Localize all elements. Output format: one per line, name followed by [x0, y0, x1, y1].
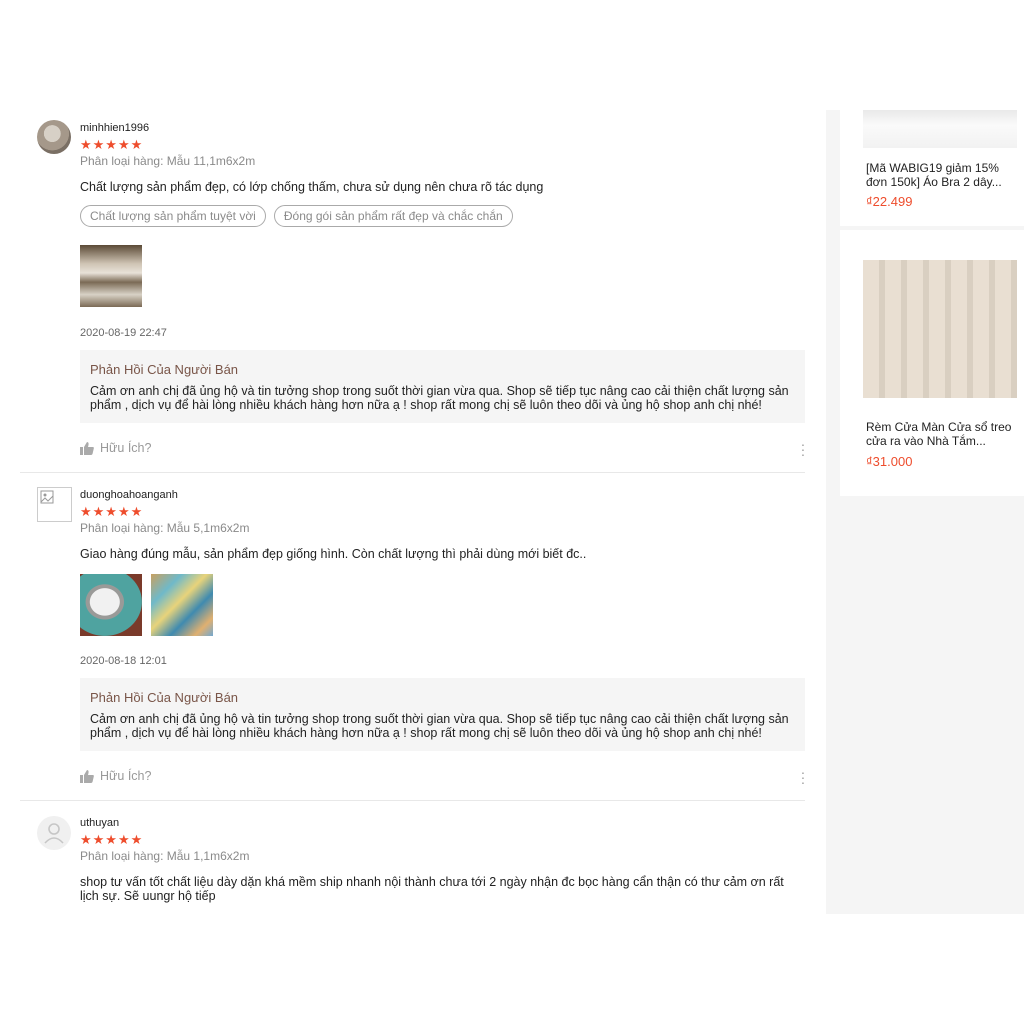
seller-reply-title: Phản Hồi Của Người Bán: [90, 690, 239, 705]
divider: [20, 472, 805, 473]
review-comment: shop tư vấn tốt chất liệu dày dặn khá mề…: [80, 875, 784, 903]
thumbs-up-icon: [80, 769, 94, 783]
divider: [20, 800, 805, 801]
helpful-button[interactable]: Hữu Ích?: [80, 769, 151, 783]
product-title[interactable]: Rèm Cửa Màn Cửa sổ treo cửa ra vào Nhà T…: [866, 420, 1020, 448]
reviewer-username[interactable]: uthuyan: [80, 817, 119, 829]
avatar[interactable]: [37, 487, 72, 522]
avatar[interactable]: [37, 816, 71, 850]
product-price: ₫31.000: [866, 454, 913, 469]
review-tag[interactable]: Đóng gói sản phẩm rất đẹp và chắc chắn: [273, 205, 513, 227]
review-tag[interactable]: Chất lượng sản phẩm tuyệt vời: [80, 205, 266, 227]
avatar[interactable]: [37, 120, 71, 154]
thumbs-up-icon: [80, 441, 94, 455]
review-image-thumbnail[interactable]: [80, 245, 142, 307]
reviewer-username[interactable]: minhhien1996: [80, 122, 149, 134]
product-image[interactable]: [863, 260, 1017, 398]
product-variation: Phân loại hàng: Mẫu 1,1m6x2m: [80, 849, 250, 863]
seller-reply-title: Phản Hồi Của Người Bán: [90, 362, 239, 377]
review-date: 2020-08-18 12:01: [80, 655, 167, 667]
review-comment: Chất lượng sản phẩm đẹp, có lớp chống th…: [80, 180, 544, 194]
product-title[interactable]: [Mã WABIG19 giảm 15% đơn 150k] Áo Bra 2 …: [866, 161, 1020, 189]
review-item: duonghoahoanganh ★★★★★ Phân loại hàng: M…: [20, 486, 805, 796]
related-products-sidebar: [Mã WABIG19 giảm 15% đơn 150k] Áo Bra 2 …: [826, 110, 1024, 914]
review-image-thumbnail[interactable]: [80, 574, 142, 636]
seller-reply: Phản Hồi Của Người Bán Cảm ơn anh chị đã…: [80, 678, 805, 751]
review-images: [80, 574, 213, 636]
helpful-label: Hữu Ích?: [100, 769, 152, 783]
helpful-label: Hữu Ích?: [100, 441, 152, 455]
product-card[interactable]: Rèm Cửa Màn Cửa sổ treo cửa ra vào Nhà T…: [840, 230, 1024, 496]
review-images: [80, 245, 142, 307]
review-comment: Giao hàng đúng mẫu, sản phẩm đẹp giống h…: [80, 547, 587, 561]
product-price: ₫22.499: [866, 194, 913, 209]
broken-image-icon: [40, 490, 54, 504]
seller-reply-text: Cảm ơn anh chị đã ủng hộ và tin tưởng sh…: [90, 384, 789, 412]
user-icon: [44, 823, 64, 844]
product-card[interactable]: [Mã WABIG19 giảm 15% đơn 150k] Áo Bra 2 …: [840, 110, 1024, 226]
review-tags: Chất lượng sản phẩm tuyệt vời Đóng gói s…: [80, 205, 513, 227]
star-rating: ★★★★★: [80, 832, 144, 847]
reviewer-username[interactable]: duonghoahoanganh: [80, 489, 178, 501]
product-variation: Phân loại hàng: Mẫu 11,1m6x2m: [80, 154, 256, 168]
review-item: minhhien1996 ★★★★★ Phân loại hàng: Mẫu 1…: [20, 118, 805, 468]
star-rating: ★★★★★: [80, 137, 144, 152]
review-item: uthuyan ★★★★★ Phân loại hàng: Mẫu 1,1m6x…: [20, 814, 805, 914]
star-rating: ★★★★★: [80, 504, 144, 519]
review-image-thumbnail[interactable]: [151, 574, 213, 636]
product-image[interactable]: [863, 110, 1017, 148]
review-date: 2020-08-19 22:47: [80, 327, 167, 339]
seller-reply: Phản Hồi Của Người Bán Cảm ơn anh chị đã…: [80, 350, 805, 423]
seller-reply-text: Cảm ơn anh chị đã ủng hộ và tin tưởng sh…: [90, 712, 789, 740]
more-options-icon[interactable]: · · ·: [798, 437, 808, 461]
more-options-icon[interactable]: · · ·: [798, 765, 808, 789]
helpful-button[interactable]: Hữu Ích?: [80, 441, 151, 455]
product-variation: Phân loại hàng: Mẫu 5,1m6x2m: [80, 521, 250, 535]
